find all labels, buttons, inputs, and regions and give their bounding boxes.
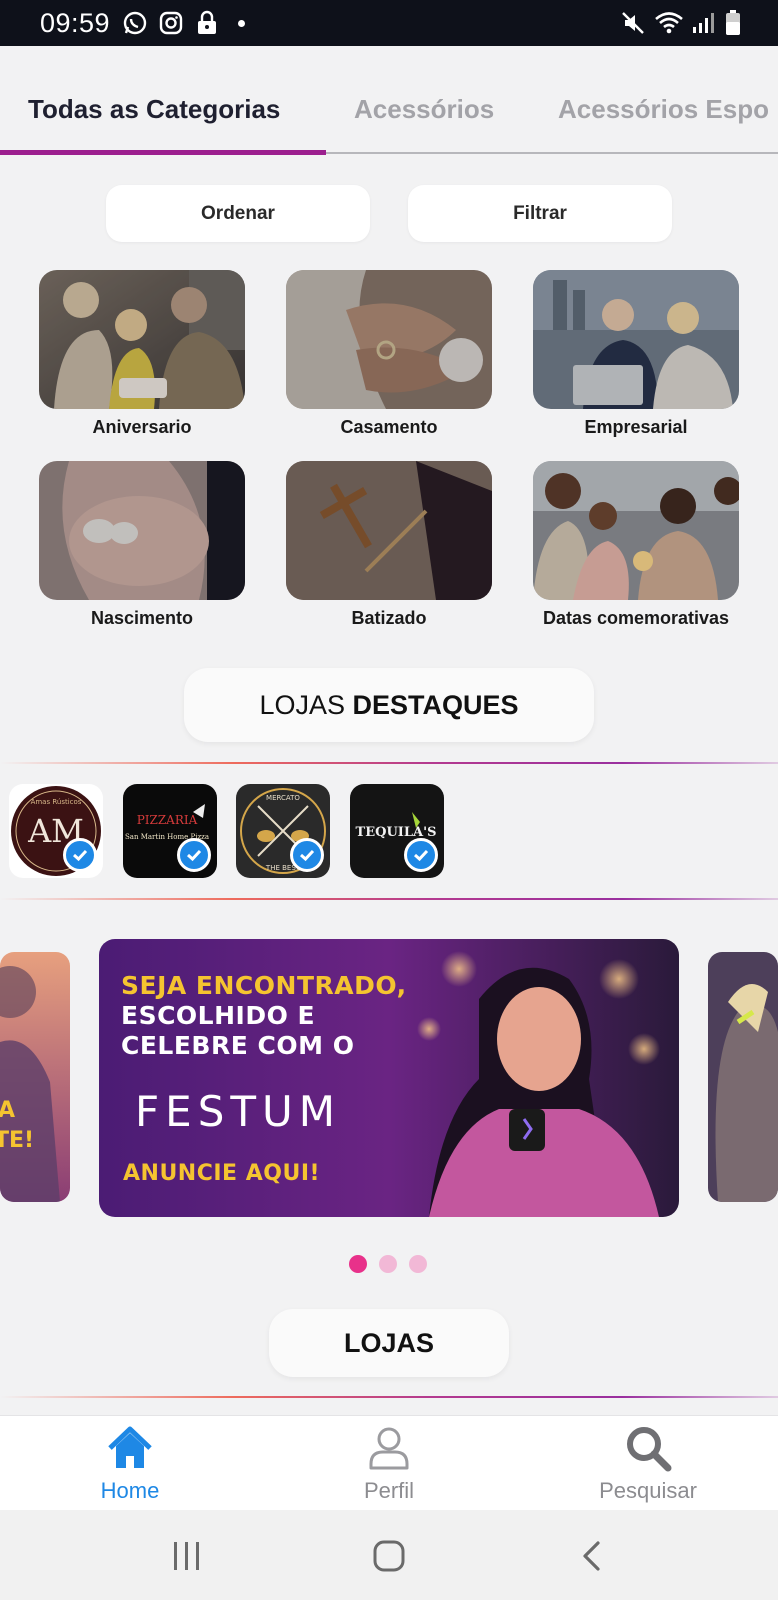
banner-peek-right[interactable] <box>708 952 778 1202</box>
tab-todas-as-categorias[interactable]: Todas as Categorias <box>28 94 280 125</box>
nav-perfil[interactable]: Perfil <box>289 1416 489 1511</box>
status-bar: 09:59 <box>0 0 778 46</box>
category-image-aniversario <box>39 270 245 409</box>
banner-cta[interactable]: ANUNCIE AQUI! <box>123 1161 320 1186</box>
banner-line-2: ESCOLHIDO E <box>121 1001 316 1030</box>
bottom-navigation: Home Perfil Pesquisar <box>0 1415 778 1510</box>
nav-home[interactable]: Home <box>30 1416 230 1511</box>
lock-icon <box>194 10 220 36</box>
sort-button[interactable]: Ordenar <box>106 185 370 242</box>
category-card-aniversario[interactable]: Aniversario <box>39 270 245 438</box>
filter-button[interactable]: Filtrar <box>408 185 672 242</box>
category-image-batizado <box>286 461 492 600</box>
store-logo-subtext: Amas Rústicos <box>31 798 82 806</box>
tab-acessorios[interactable]: Acessórios <box>354 94 494 125</box>
featured-title-bold: DESTAQUES <box>352 689 519 720</box>
featured-store-item[interactable]: AM Amas Rústicos <box>9 784 103 878</box>
category-tabs: Todas as Categorias Acessórios Acessório… <box>0 46 778 156</box>
system-navigation-bar <box>0 1510 778 1600</box>
signal-icon <box>690 10 716 36</box>
category-card-batizado[interactable]: Batizado <box>286 461 492 629</box>
carousel-dot[interactable] <box>409 1255 427 1273</box>
wifi-icon <box>654 10 684 36</box>
banner-peek-left[interactable]: A TE! <box>0 952 70 1202</box>
stores-divider <box>0 1396 778 1398</box>
category-card-datas-comemorativas[interactable]: Datas comemorativas <box>533 461 739 629</box>
featured-store-item[interactable]: PIZZARIA San Martin Home Pizza <box>123 784 217 878</box>
instagram-icon <box>158 10 184 36</box>
verified-badge-icon <box>290 838 324 872</box>
tab-acessorios-esportivos[interactable]: Acessórios Espo <box>558 94 769 125</box>
verified-badge-icon <box>63 838 97 872</box>
verified-badge-icon <box>404 838 438 872</box>
battery-icon <box>720 10 746 36</box>
category-label: Casamento <box>340 417 438 437</box>
featured-stores-title: LOJAS DESTAQUES <box>184 668 594 742</box>
nav-pesquisar[interactable]: Pesquisar <box>548 1416 748 1511</box>
category-card-casamento[interactable]: Casamento <box>286 270 492 438</box>
verified-badge-icon <box>177 838 211 872</box>
featured-store-item[interactable]: TEQUILA'S <box>350 784 444 878</box>
store-logo-text: PIZZARIA <box>137 813 198 827</box>
category-card-nascimento[interactable]: Nascimento <box>39 461 245 629</box>
notification-dot-icon <box>238 20 245 27</box>
featured-top-divider <box>0 762 778 764</box>
home-icon <box>108 1426 152 1468</box>
category-image-nascimento <box>39 461 245 600</box>
whatsapp-icon <box>122 10 148 36</box>
carousel-dot[interactable] <box>379 1255 397 1273</box>
banner-peek-text-1: A <box>0 1098 15 1123</box>
banner-line-3: CELEBRE COM O <box>121 1031 355 1060</box>
recent-apps-icon[interactable] <box>170 1540 204 1572</box>
category-label: Empresarial <box>584 417 688 437</box>
category-image-datas-comemorativas <box>533 461 739 600</box>
nav-pesquisar-label: Pesquisar <box>599 1478 697 1503</box>
category-label: Batizado <box>351 608 427 628</box>
featured-bottom-divider <box>0 898 778 900</box>
active-tab-indicator <box>0 150 326 155</box>
category-card-empresarial[interactable]: Empresarial <box>533 270 739 438</box>
carousel-indicator <box>349 1255 427 1273</box>
banner-peek-text-2: TE! <box>0 1128 34 1153</box>
back-icon[interactable] <box>580 1540 604 1572</box>
banner-brand-logo: FESTUM <box>135 1087 341 1136</box>
banner-main[interactable]: SEJA ENCONTRADO, ESCOLHIDO E CELEBRE COM… <box>99 939 679 1217</box>
stores-section-title: LOJAS <box>269 1309 509 1377</box>
home-button-icon[interactable] <box>373 1540 405 1572</box>
store-logo-text: MERCATO <box>266 794 300 802</box>
nav-home-label: Home <box>100 1478 160 1503</box>
carousel-dot-active[interactable] <box>349 1255 367 1273</box>
category-image-empresarial <box>533 270 739 409</box>
banner-line-1: SEJA ENCONTRADO, <box>121 971 407 1000</box>
nav-perfil-label: Perfil <box>363 1478 415 1503</box>
status-time: 09:59 <box>40 8 111 38</box>
featured-store-item[interactable]: MERCATO THE BEST <box>236 784 330 878</box>
mute-icon <box>620 10 646 36</box>
category-image-casamento <box>286 270 492 409</box>
user-icon <box>369 1427 409 1470</box>
search-icon <box>627 1427 672 1472</box>
category-label: Nascimento <box>90 608 194 628</box>
category-label: Datas comemorativas <box>542 608 730 628</box>
category-label: Aniversario <box>92 417 192 437</box>
featured-title-light: LOJAS <box>259 689 353 720</box>
